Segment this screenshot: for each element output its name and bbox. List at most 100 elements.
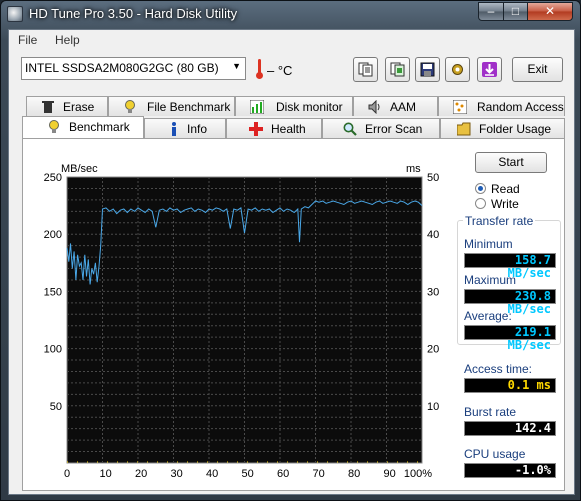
download-icon <box>482 62 497 77</box>
trash-icon <box>42 101 54 113</box>
tab-benchmark[interactable]: Benchmark <box>22 116 144 138</box>
tab-error-scan[interactable]: Error Scan <box>322 118 440 138</box>
x-tick: 10 <box>100 468 112 480</box>
y-tick-right: 40 <box>427 229 439 241</box>
drive-select-value: INTEL SSDSA2M080G2GC (80 GB) <box>25 61 219 75</box>
minimize-button[interactable]: – <box>478 2 504 21</box>
tab-file-benchmark-label: File Benchmark <box>147 100 231 114</box>
chart-ylabel-right: ms <box>406 163 421 175</box>
plot-area <box>66 176 423 464</box>
transfer-rate-title: Transfer rate <box>463 214 536 228</box>
radio-read-label: Read <box>491 182 520 196</box>
y-tick-left: 100 <box>44 344 62 356</box>
y-tick-left: 200 <box>44 229 62 241</box>
burst-rate-value: 142.4 MB/sec <box>464 421 556 448</box>
cpu-usage-value: -1.0% <box>464 463 556 478</box>
save-icon <box>420 62 435 77</box>
x-tick: 50 <box>242 468 254 480</box>
radio-write-dot <box>475 198 486 209</box>
tab-aam[interactable]: AAM <box>353 96 438 116</box>
tab-info-label: Info <box>187 122 208 136</box>
tab-random-access-label: Random Access <box>477 100 564 114</box>
title-bar[interactable]: HD Tune Pro 3.50 - Hard Disk Utility – □… <box>1 1 580 28</box>
tab-file-benchmark[interactable]: File Benchmark <box>108 96 235 116</box>
radio-write-label: Write <box>491 197 519 211</box>
average-label: Average: <box>464 309 512 323</box>
cpu-usage-label: CPU usage <box>464 447 526 461</box>
y-tick-left: 250 <box>44 172 62 184</box>
thermometer-icon <box>256 59 263 79</box>
access-time-label: Access time: <box>464 362 533 376</box>
copy-info-button[interactable] <box>353 57 378 82</box>
radio-read-dot <box>475 183 486 194</box>
x-tick: 40 <box>206 468 218 480</box>
chevron-down-icon: ▼ <box>232 61 241 71</box>
download-button[interactable] <box>477 57 502 82</box>
tab-folder-usage-label: Folder Usage <box>479 122 552 136</box>
speaker-icon <box>368 100 380 114</box>
radio-write[interactable]: Write <box>475 197 545 211</box>
tab-health[interactable]: Health <box>226 118 322 138</box>
y-tick-left: 50 <box>50 401 62 413</box>
copy-screen-button[interactable] <box>385 57 410 82</box>
grid-icon <box>453 100 467 114</box>
options-icon <box>452 64 463 75</box>
menu-file[interactable]: File <box>18 33 37 47</box>
copy-info-icon <box>358 62 373 77</box>
tab-info[interactable]: Info <box>144 118 226 138</box>
tab-error-scan-label: Error Scan <box>365 122 423 136</box>
drive-select[interactable]: INTEL SSDSA2M080G2GC (80 GB) ▼ <box>21 57 246 80</box>
start-button[interactable]: Start <box>475 152 547 173</box>
exit-button[interactable]: Exit <box>512 57 563 82</box>
client-area: File Help INTEL SSDSA2M080G2GC (80 GB) ▼… <box>8 29 575 495</box>
menu-bar: File Help <box>9 30 574 50</box>
y-tick-left: 150 <box>44 286 62 298</box>
copy-screen-icon <box>390 62 405 77</box>
maximize-button[interactable]: □ <box>503 2 528 21</box>
maximum-label: Maximum <box>464 273 517 287</box>
tab-folder-usage[interactable]: Folder Usage <box>440 118 565 138</box>
x-tick: 80 <box>348 468 360 480</box>
burst-rate-label: Burst rate <box>464 405 517 419</box>
transfer-rate-chart: MB/sec ms 2502001501005050403020100 10 20 3… <box>44 163 440 480</box>
temperature-readout: – °C <box>267 63 293 78</box>
benchmark-panel: MB/sec ms 250 200 150 100 50 50 40 30 20 10 0 10 20 3… <box>22 138 565 491</box>
tab-aam-label: AAM <box>390 100 417 114</box>
y-tick-right: 10 <box>427 401 439 413</box>
app-icon <box>7 6 23 22</box>
folder-icon <box>457 122 471 136</box>
tab-benchmark-label: Benchmark <box>69 120 130 134</box>
tab-disk-monitor[interactable]: Disk monitor <box>235 96 353 116</box>
y-tick-right: 30 <box>427 286 439 298</box>
maximum-value: 230.8 MB/sec <box>464 289 556 316</box>
minimum-label: Minimum <box>464 237 513 251</box>
x-tick: 30 <box>171 468 183 480</box>
bar-chart-icon <box>250 100 264 114</box>
info-icon <box>172 122 176 136</box>
minimum-value: 158.7 MB/sec <box>464 253 556 280</box>
x-tick: 90 <box>384 468 396 480</box>
menu-help[interactable]: Help <box>55 33 80 47</box>
radio-read[interactable]: Read <box>475 182 545 196</box>
tab-random-access[interactable]: Random Access <box>438 96 565 116</box>
x-tick: 60 <box>277 468 289 480</box>
options-button[interactable] <box>445 57 470 82</box>
close-button[interactable]: ✕ <box>527 2 573 21</box>
tab-erase-label: Erase <box>63 100 95 114</box>
x-tick: 100% <box>404 468 432 480</box>
tab-health-label: Health <box>271 122 306 136</box>
x-tick: 70 <box>313 468 325 480</box>
app-window: HD Tune Pro 3.50 - Hard Disk Utility – □… <box>0 0 581 501</box>
save-button[interactable] <box>415 57 440 82</box>
cross-icon <box>249 122 263 136</box>
chart-ylabel-left: MB/sec <box>61 163 98 175</box>
window-title: HD Tune Pro 3.50 - Hard Disk Utility <box>29 6 238 21</box>
tab-erase[interactable]: Erase <box>26 96 108 116</box>
y-tick-right: 50 <box>427 172 439 184</box>
x-tick: 0 <box>64 468 70 480</box>
magnifier-icon <box>343 122 357 136</box>
x-tick: 20 <box>135 468 147 480</box>
bulb-icon <box>49 120 59 133</box>
bulb-icon <box>125 100 135 113</box>
tab-disk-monitor-label: Disk monitor <box>276 100 343 114</box>
